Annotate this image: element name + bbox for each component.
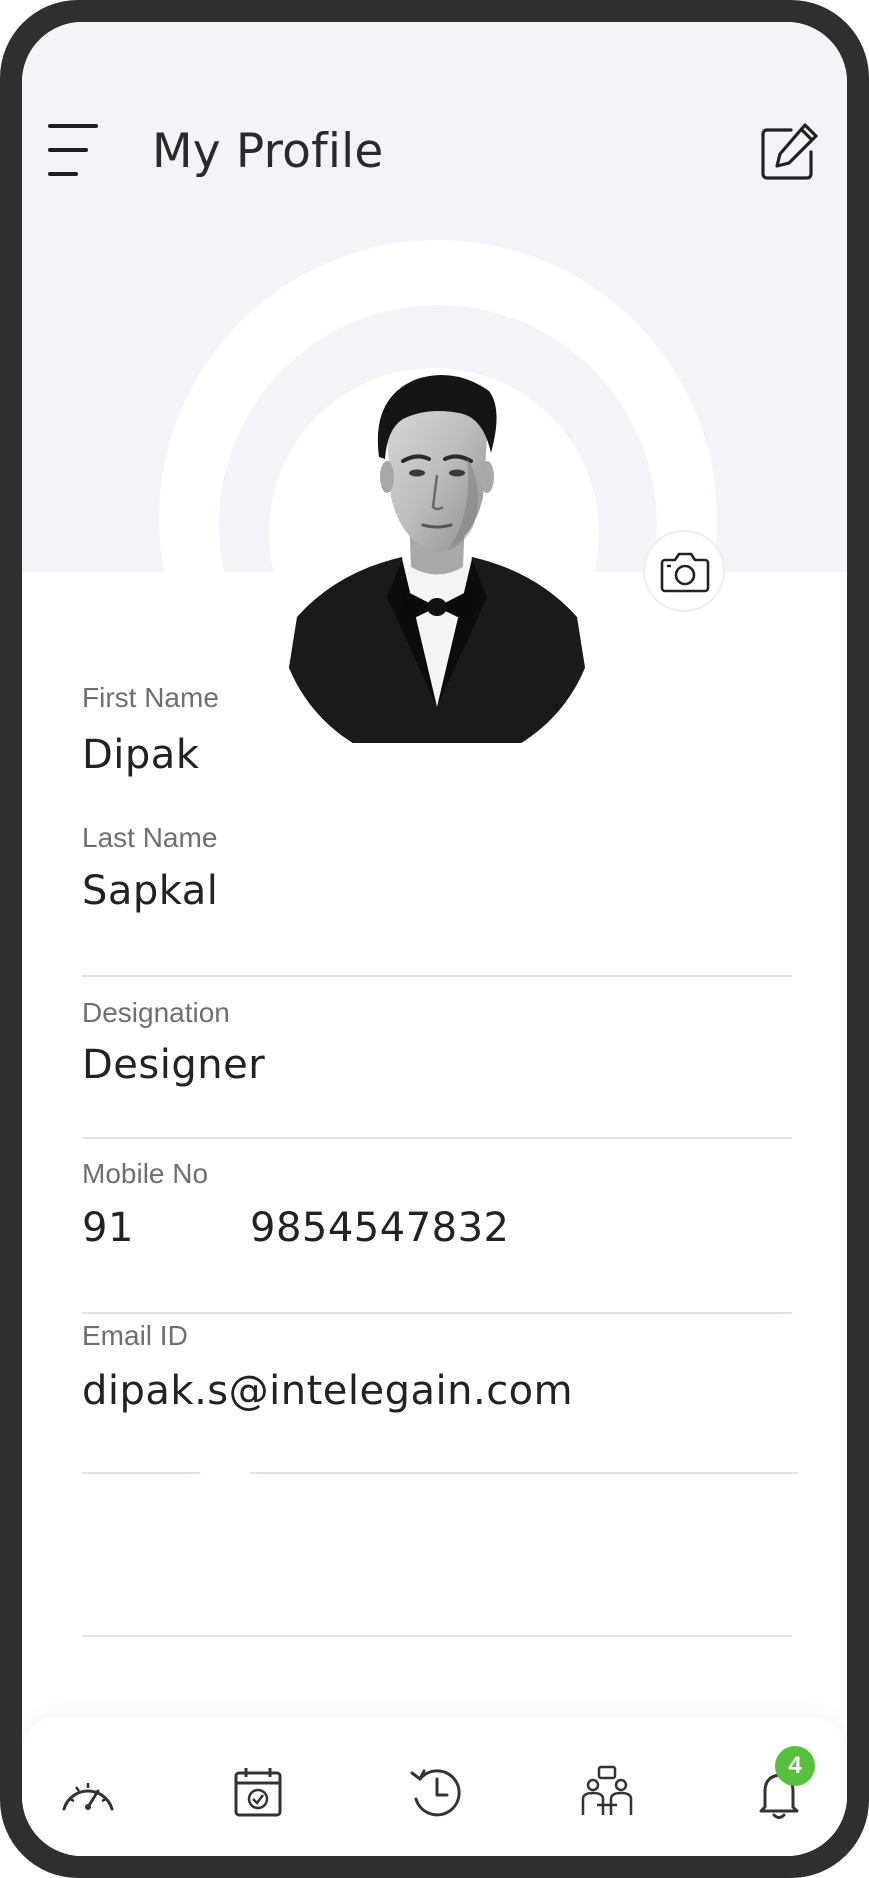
divider-designation <box>82 1312 792 1314</box>
history-clock-icon <box>410 1769 461 1817</box>
page-title: My Profile <box>152 124 384 179</box>
nav-calendar[interactable] <box>228 1763 288 1823</box>
divider-email <box>82 1635 792 1637</box>
designation-field[interactable]: Designer <box>82 1042 265 1088</box>
screen: My Profile First Name Dipak Last Name Sa… <box>22 22 847 1856</box>
nav-meetings[interactable] <box>577 1763 637 1823</box>
notification-count-badge: 4 <box>775 1746 815 1786</box>
email-field[interactable]: dipak.s@intelegain.com <box>82 1368 573 1414</box>
divider-last <box>82 1137 792 1139</box>
nav-history[interactable] <box>406 1763 466 1823</box>
last-name-field[interactable]: Sapkal <box>82 868 218 914</box>
nav-dashboard[interactable] <box>58 1763 118 1823</box>
mobile-country-code-field[interactable]: 91 <box>82 1205 134 1251</box>
divider-country-code <box>82 1472 200 1474</box>
edit-icon[interactable] <box>757 120 825 188</box>
first-name-field[interactable]: Dipak <box>82 732 199 778</box>
mobile-number-field[interactable]: 9854547832 <box>250 1205 510 1251</box>
profile-avatar <box>277 367 597 743</box>
last-name-label: Last Name <box>82 822 218 853</box>
calendar-check-icon <box>234 1768 282 1817</box>
first-name-label: First Name <box>82 682 219 713</box>
device-frame: My Profile First Name Dipak Last Name Sa… <box>0 0 869 1878</box>
designation-label: Designation <box>82 997 230 1028</box>
email-label: Email ID <box>82 1320 188 1351</box>
camera-icon <box>660 552 710 593</box>
change-photo-button[interactable] <box>643 530 725 612</box>
divider-first <box>82 975 792 977</box>
hamburger-menu-icon[interactable] <box>48 122 114 192</box>
meeting-people-icon <box>581 1765 633 1815</box>
divider-mobile-number <box>250 1472 798 1474</box>
speedometer-icon <box>62 1783 114 1811</box>
mobile-label: Mobile No <box>82 1158 209 1189</box>
